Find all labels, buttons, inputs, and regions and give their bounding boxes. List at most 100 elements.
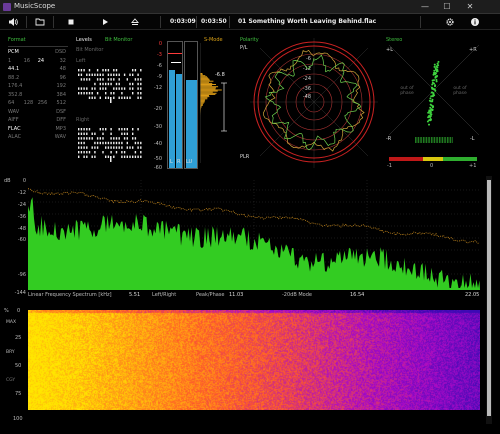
bit-cell — [94, 146, 96, 149]
stereo-histogram-bar — [443, 137, 445, 143]
bit-cell — [132, 73, 134, 76]
histogram-bar — [200, 77, 209, 79]
polar-ring-label: -6 — [306, 56, 311, 62]
bit-marker — [110, 97, 112, 103]
bit-cell — [132, 146, 134, 149]
histogram-bar — [200, 108, 202, 110]
spectrum-x-tick: 5.51 — [129, 292, 141, 298]
correlation-mid-label: 0 — [430, 163, 434, 169]
stereo-histogram-bar — [415, 137, 416, 143]
minimize-button[interactable]: — — [415, 1, 435, 13]
bit-cell — [132, 155, 134, 158]
stop-icon[interactable] — [64, 16, 78, 28]
bit-cell — [137, 82, 139, 86]
stereo-histogram-bar — [423, 137, 424, 143]
spectrum-fill — [28, 197, 480, 290]
palette-bry-option[interactable]: BRY — [6, 350, 15, 355]
stereo-point — [433, 71, 436, 74]
stereo-point — [433, 88, 436, 91]
bit-cell — [102, 132, 104, 135]
bit-cell — [91, 155, 93, 158]
histogram-bar — [200, 90, 218, 92]
palette-cgy-option[interactable]: CGY — [6, 378, 15, 383]
spectrum-panel: dB 0 -12 -24 -36 -48 -60 -96 -144 Linear Freque… — [4, 176, 484, 303]
bit-cell — [107, 69, 110, 72]
info-icon[interactable] — [468, 16, 482, 28]
bit-cell — [121, 128, 123, 131]
bit-cell — [105, 96, 107, 99]
histogram-bar — [200, 103, 203, 105]
bit-cell — [86, 92, 88, 95]
format-dsd: DSD — [55, 49, 66, 56]
eject-icon[interactable] — [128, 16, 142, 28]
left-channel-label: L — [170, 159, 173, 165]
toolbar-divider — [26, 16, 27, 28]
scrollbar-thumb[interactable] — [487, 180, 491, 416]
bit-cell — [86, 87, 88, 90]
bit-cell — [132, 137, 134, 140]
volume-icon[interactable] — [6, 16, 20, 28]
open-folder-icon[interactable] — [33, 16, 47, 28]
polarity-plr-label: PLR — [240, 154, 250, 160]
spectrum-y-tick: -24 — [17, 202, 26, 208]
bit-cell — [140, 87, 142, 90]
maximize-button[interactable]: ☐ — [437, 1, 457, 13]
spectrum-mode-left-right[interactable]: Left/Right — [152, 292, 176, 298]
bit-monitor-right-label: Right — [76, 117, 90, 123]
bit-cell — [110, 78, 112, 81]
histogram-bar — [200, 97, 208, 99]
bit-cell — [134, 155, 137, 158]
stereo-point — [428, 115, 431, 118]
bit-monitor-tab[interactable]: Bit Monitor — [105, 37, 132, 43]
bit-cell — [94, 141, 96, 145]
levels-tab[interactable]: Levels — [76, 37, 92, 43]
spectrum-y-tick: -36 — [17, 214, 26, 220]
level-tick: -40 — [153, 141, 162, 147]
bit-cell — [102, 87, 104, 90]
close-button[interactable]: ✕ — [460, 1, 480, 13]
bit-cell — [140, 141, 142, 145]
bit-cell — [86, 151, 88, 154]
bit-cell — [115, 82, 118, 86]
window-title: MusicScope — [14, 2, 56, 10]
histogram-bar — [200, 99, 206, 101]
bit-cell — [110, 137, 112, 140]
stereo-histogram-bar — [445, 137, 447, 143]
stereo-point — [431, 91, 434, 94]
bit-cell — [83, 87, 85, 90]
histogram-bar — [200, 85, 213, 87]
settings-gear-icon[interactable] — [443, 16, 457, 28]
bit-cell — [91, 92, 93, 95]
spectrum-mode-peak-phase[interactable]: Peak/Phase — [196, 292, 225, 298]
stereo-point — [433, 69, 436, 72]
bit-cell — [118, 78, 120, 81]
bit-cell — [137, 96, 139, 99]
stereo-histogram-bar — [429, 137, 431, 143]
stereo-point — [433, 63, 436, 66]
bit-cell — [86, 155, 88, 158]
play-icon[interactable] — [98, 16, 112, 28]
vertical-scrollbar[interactable] — [486, 176, 492, 424]
spectrum-mode-20db[interactable]: -20dB Mode — [282, 292, 312, 298]
bit-cell — [140, 146, 142, 149]
spectrum-peak-line — [28, 188, 480, 244]
track-duration: 0:03:50 — [201, 18, 227, 25]
bit-cell — [140, 78, 142, 81]
format-bitdepth-active: 24 — [37, 57, 45, 64]
bit-cell — [126, 141, 128, 145]
bit-cell — [80, 141, 83, 145]
bit-cell — [80, 137, 83, 140]
bit-cell — [129, 96, 131, 99]
stereo-point — [432, 73, 435, 76]
level-tick: 0 — [158, 41, 162, 47]
toolbar-divider — [53, 16, 54, 28]
palette-max-option[interactable]: MAX — [6, 320, 16, 325]
histogram-bar — [200, 98, 208, 100]
bit-cell — [123, 73, 126, 76]
bit-cell — [83, 132, 85, 135]
stereo-point — [429, 118, 432, 120]
bit-cell — [102, 73, 104, 76]
bit-cell — [105, 146, 107, 149]
bit-cell — [118, 146, 120, 149]
bit-cell — [88, 151, 91, 154]
